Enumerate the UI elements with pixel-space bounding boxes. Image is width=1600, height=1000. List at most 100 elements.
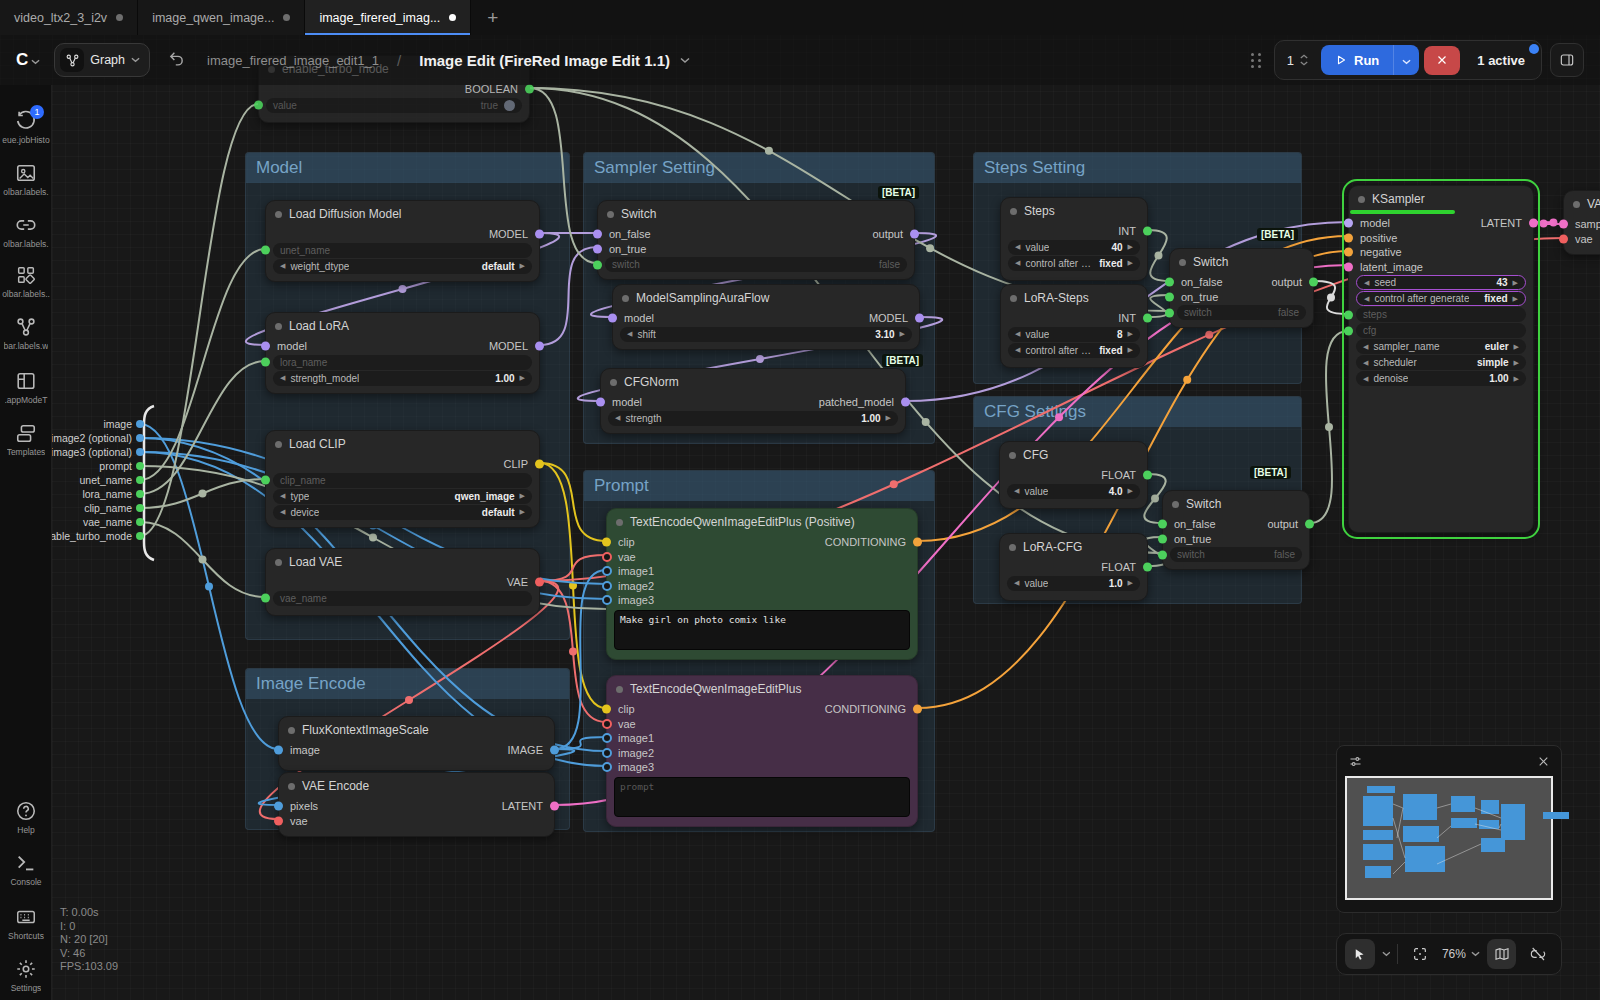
widget-device[interactable]: ◀devicedefault▶ <box>273 505 532 520</box>
collapse-dot[interactable] <box>610 379 617 386</box>
increment-arrow[interactable]: ▶ <box>886 414 891 422</box>
node-model-sampling-auraflow[interactable]: ModelSamplingAuraFlowmodelMODEL◀shift3.1… <box>612 284 920 350</box>
collapse-dot[interactable] <box>616 519 623 526</box>
input-port[interactable] <box>1158 520 1167 529</box>
input-port[interactable] <box>1344 262 1353 271</box>
output-port[interactable] <box>1143 471 1152 480</box>
widget-denoise[interactable]: ◀denoise1.00▶ <box>1356 371 1526 386</box>
run-options-button[interactable] <box>1393 45 1419 75</box>
tab-status-dot[interactable] <box>116 14 123 21</box>
undo-button[interactable] <box>168 50 185 71</box>
active-jobs-button[interactable]: 1 active <box>1465 53 1537 68</box>
widget-shift[interactable]: ◀shift3.10▶ <box>620 327 912 342</box>
input-port[interactable] <box>254 101 263 110</box>
widget-value[interactable]: ◀value1.0▶ <box>1007 576 1140 591</box>
workflow-title[interactable]: Image Edit (FireRed Image Edit 1.1) <box>419 52 670 69</box>
input-port[interactable] <box>1344 233 1353 242</box>
widget-control-after-g[interactable]: ◀control after g ...fixed▶ <box>1008 256 1140 271</box>
widget-value[interactable]: ◀value4.0▶ <box>1007 484 1140 499</box>
input-port[interactable] <box>593 230 602 239</box>
tab-status-dot[interactable] <box>449 14 456 21</box>
widget-value[interactable]: ◀value40▶ <box>1008 240 1140 255</box>
collapse-dot[interactable] <box>616 686 623 693</box>
sidebar-item-shortcuts[interactable]: Shortcuts <box>0 906 52 941</box>
decrement-arrow[interactable]: ◀ <box>1015 330 1020 338</box>
input-port[interactable] <box>602 566 612 576</box>
output-port[interactable] <box>1143 563 1152 572</box>
node-header[interactable]: Switch <box>1170 249 1313 275</box>
output-port[interactable] <box>913 705 922 714</box>
input-port[interactable] <box>593 244 602 253</box>
sidebar-item-appmodet[interactable]: .appModeT <box>0 370 52 405</box>
input-port[interactable] <box>602 762 612 772</box>
node-header[interactable]: CFG <box>1000 442 1147 468</box>
node-header[interactable]: CFGNorm <box>601 369 905 395</box>
input-port[interactable] <box>596 398 605 407</box>
node-switch-steps[interactable]: Switchon_falseoutputon_trueswitchfalse <box>1169 248 1314 328</box>
output-port[interactable] <box>1305 520 1314 529</box>
input-port[interactable] <box>1344 326 1353 335</box>
decrement-arrow[interactable]: ◀ <box>1014 579 1019 587</box>
tab-image-qwen-image[interactable]: image_qwen_image... <box>138 0 305 35</box>
increment-arrow[interactable]: ▶ <box>520 374 525 382</box>
port-dot[interactable] <box>136 518 144 526</box>
port-dot[interactable] <box>136 462 144 470</box>
collapse-dot[interactable] <box>1009 544 1016 551</box>
input-port[interactable] <box>274 802 283 811</box>
decrement-arrow[interactable]: ◀ <box>1364 295 1369 303</box>
increment-arrow[interactable]: ▶ <box>1128 346 1133 354</box>
toggle-knob[interactable] <box>504 100 515 111</box>
collapse-dot[interactable] <box>288 727 295 734</box>
input-port[interactable] <box>261 594 270 603</box>
input-port[interactable] <box>602 581 612 591</box>
node-header[interactable]: LoRA-CFG <box>1000 534 1147 560</box>
collapse-dot[interactable] <box>275 323 282 330</box>
widget-type[interactable]: ◀typeqwen_image▶ <box>273 489 532 504</box>
increment-arrow[interactable]: ▶ <box>1513 279 1518 287</box>
output-port[interactable] <box>1143 227 1152 236</box>
tool-options-chevron[interactable] <box>1382 951 1391 957</box>
stepper-down-icon[interactable] <box>1300 61 1308 66</box>
widget-value[interactable]: ◀value8▶ <box>1008 327 1140 342</box>
decrement-arrow[interactable]: ◀ <box>1015 346 1020 354</box>
minimap-settings-icon[interactable] <box>1348 754 1363 769</box>
widget-strength[interactable]: ◀strength1.00▶ <box>608 411 898 426</box>
output-port[interactable] <box>913 538 922 547</box>
node-vae-decode[interactable]: VAE Decodesamplesvae <box>1563 190 1600 255</box>
output-port[interactable] <box>525 85 534 94</box>
node-header[interactable]: FluxKontextImageScale <box>279 717 554 743</box>
increment-arrow[interactable]: ▶ <box>520 492 525 500</box>
input-port[interactable] <box>261 476 270 485</box>
input-port[interactable] <box>1344 310 1353 319</box>
sidebar-item-bar-labels-w[interactable]: bar.labels.w <box>0 316 52 351</box>
node-flux-kontext-image-scale[interactable]: FluxKontextImageScaleimageIMAGE <box>278 716 555 771</box>
stop-button[interactable] <box>1424 46 1460 75</box>
port-dot[interactable] <box>136 532 144 540</box>
port-dot[interactable] <box>136 420 144 428</box>
run-button[interactable]: Run <box>1321 45 1419 75</box>
output-port[interactable] <box>915 314 924 323</box>
input-port[interactable] <box>274 816 283 825</box>
widget-control-after-g[interactable]: ◀control after g ...fixed▶ <box>1008 343 1140 358</box>
output-port[interactable] <box>535 230 544 239</box>
node-cfg[interactable]: CFGFLOAT◀value4.0▶ <box>999 441 1148 509</box>
decrement-arrow[interactable]: ◀ <box>280 262 285 270</box>
collapse-dot[interactable] <box>275 559 282 566</box>
increment-arrow[interactable]: ▶ <box>1128 579 1133 587</box>
decrement-arrow[interactable]: ◀ <box>280 374 285 382</box>
port-dot[interactable] <box>136 434 144 442</box>
breadcrumb-parent[interactable]: image_firered_image_edit1_1 <box>207 53 379 68</box>
node-header[interactable]: KSampler <box>1349 186 1533 212</box>
node-header[interactable]: Steps <box>1001 198 1147 224</box>
collapse-dot[interactable] <box>1009 452 1016 459</box>
fit-view-button[interactable] <box>1405 939 1435 969</box>
input-port[interactable] <box>274 746 283 755</box>
decrement-arrow[interactable]: ◀ <box>1363 375 1368 383</box>
node-header[interactable]: Load CLIP <box>266 431 539 457</box>
tab-status-dot[interactable] <box>283 14 290 21</box>
collapse-dot[interactable] <box>622 295 629 302</box>
input-widget-lora-name[interactable]: lora_name <box>273 355 532 370</box>
output-port[interactable] <box>535 578 544 587</box>
increment-arrow[interactable]: ▶ <box>1128 259 1133 267</box>
node-header[interactable]: TextEncodeQwenImageEditPlus <box>607 676 917 702</box>
